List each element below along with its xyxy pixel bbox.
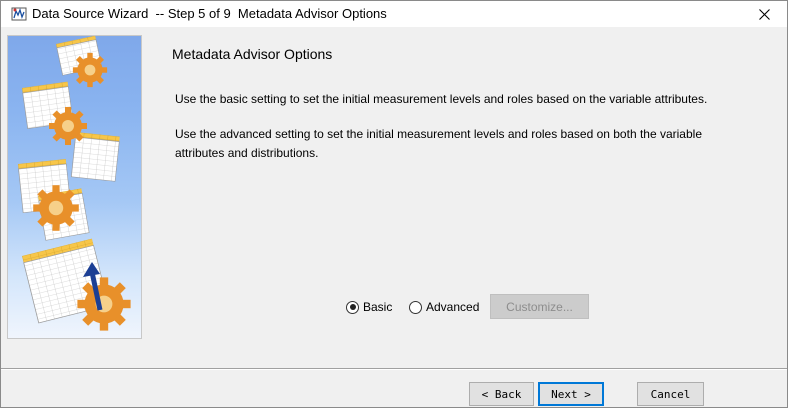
close-icon	[758, 8, 770, 20]
page-title: Metadata Advisor Options	[172, 46, 333, 62]
close-button[interactable]	[741, 1, 787, 27]
title-bar: Data Source Wizard -- Step 5 of 9 Metada…	[1, 1, 787, 27]
basic-description: Use the basic setting to set the initial…	[175, 92, 708, 106]
cancel-button[interactable]: Cancel	[637, 382, 704, 406]
advanced-radio[interactable]: Advanced	[409, 295, 479, 319]
wizard-window: Data Source Wizard -- Step 5 of 9 Metada…	[0, 0, 788, 408]
advanced-radio-label: Advanced	[426, 300, 480, 314]
customize-button[interactable]: Customize...	[490, 294, 589, 319]
basic-radio-label: Basic	[363, 300, 393, 314]
app-icon	[11, 7, 27, 21]
data-gears-illustration	[18, 36, 131, 331]
wizard-illustration	[7, 35, 142, 339]
basic-radio-indicator[interactable]	[346, 300, 359, 314]
basic-radio[interactable]: Basic	[346, 295, 392, 319]
window-title: Data Source Wizard -- Step 5 of 9 Metada…	[32, 6, 387, 21]
back-button[interactable]: < Back	[469, 382, 534, 406]
next-button[interactable]: Next >	[538, 382, 604, 406]
advanced-description: Use the advanced setting to set the init…	[175, 127, 702, 160]
advanced-radio-indicator[interactable]	[409, 300, 422, 314]
footer-divider	[1, 368, 787, 370]
